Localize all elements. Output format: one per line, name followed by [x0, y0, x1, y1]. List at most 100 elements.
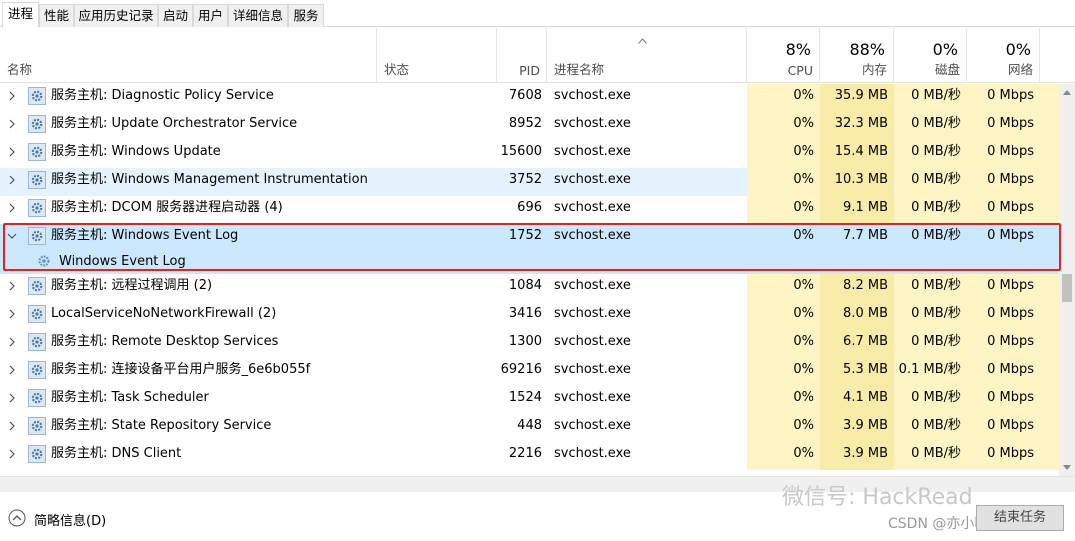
fewer-details-label: 简略信息(D): [34, 514, 107, 529]
process-name: 服务主机: Diagnostic Policy Service: [51, 88, 274, 103]
column-disk[interactable]: 0% 磁盘: [894, 28, 967, 83]
scroll-down-arrow-icon[interactable]: [1063, 465, 1071, 471]
tab-app-history[interactable]: 应用历史记录: [74, 4, 158, 27]
column-cpu-label: CPU: [787, 63, 813, 78]
scrollbar-thumb[interactable]: [1062, 274, 1072, 302]
process-name: 服务主机: Windows Management Instrumentation: [51, 172, 368, 187]
chevron-down-icon[interactable]: [6, 230, 18, 242]
row-filler: [1040, 196, 1059, 224]
column-status[interactable]: 状态: [377, 28, 497, 83]
process-row[interactable]: 服务主机: Diagnostic Policy Service 7608 svcho…: [0, 84, 1059, 112]
tab-users[interactable]: 用户: [193, 4, 228, 27]
process-row[interactable]: 服务主机: Windows Event Log 1752 svchost.exe 0%…: [0, 224, 1059, 252]
chevron-right-icon[interactable]: [6, 280, 18, 292]
process-pid: 696: [517, 200, 542, 215]
process-row[interactable]: 服务主机: Windows Management Instrumentation…: [0, 168, 1059, 196]
process-image-name: svchost.exe: [554, 116, 631, 131]
memory-value: 4.1 MB: [820, 386, 894, 414]
row-filler: [1040, 386, 1059, 414]
process-pid: 69216: [500, 362, 542, 377]
process-pid: 2216: [508, 446, 542, 461]
chevron-right-icon[interactable]: [6, 118, 18, 130]
chevron-right-icon[interactable]: [6, 146, 18, 158]
chevron-right-icon[interactable]: [6, 174, 18, 186]
process-image-name: svchost.exe: [554, 200, 631, 215]
chevron-right-icon[interactable]: [6, 308, 18, 320]
process-row[interactable]: 服务主机: Task Scheduler 1524 svchost.exe 0% 4.1…: [0, 386, 1059, 414]
disk-value: 0 MB/秒: [894, 196, 967, 224]
column-pid[interactable]: PID: [497, 28, 547, 83]
process-pid: 1524: [508, 390, 542, 405]
memory-value: 3.9 MB: [820, 442, 894, 470]
row-filler: [1040, 112, 1059, 140]
network-value: 0 Mbps: [967, 274, 1040, 302]
tab-processes[interactable]: 进程: [2, 2, 39, 28]
tab-details[interactable]: 详细信息: [228, 4, 288, 27]
service-child-row[interactable]: Windows Event Log: [0, 252, 1059, 274]
chevron-right-icon[interactable]: [6, 336, 18, 348]
service-host-icon: [28, 227, 46, 245]
process-row[interactable]: 服务主机: State Repository Service 448 svchost…: [0, 414, 1059, 442]
network-value: 0 Mbps: [967, 168, 1040, 196]
disk-value: 0 MB/秒: [894, 386, 967, 414]
tab-startup[interactable]: 启动: [158, 4, 193, 27]
process-row[interactable]: LocalServiceNoNetworkFirewall (2) 3416 svc…: [0, 302, 1059, 330]
chevron-right-icon[interactable]: [6, 90, 18, 102]
memory-total: 88%: [849, 40, 885, 59]
process-image-name: svchost.exe: [554, 144, 631, 159]
column-pid-label: PID: [519, 63, 540, 78]
network-value: 0 Mbps: [967, 112, 1040, 140]
tab-performance[interactable]: 性能: [39, 4, 74, 27]
end-task-button[interactable]: 结束任务: [976, 505, 1064, 531]
network-value: 0 Mbps: [987, 228, 1034, 243]
tab-services[interactable]: 服务: [288, 4, 324, 27]
column-cpu[interactable]: 8% CPU: [747, 28, 820, 83]
cpu-value: 0%: [747, 274, 820, 302]
chevron-right-icon[interactable]: [6, 392, 18, 404]
process-row[interactable]: 服务主机: Windows Update 15600 svchost.exe 0% 15…: [0, 140, 1059, 168]
process-name: 服务主机: 连接设备平台用户服务_6e6b055f: [51, 362, 311, 377]
process-pid: 15600: [500, 144, 542, 159]
process-pid: 3416: [508, 306, 542, 321]
process-row[interactable]: 服务主机: DCOM 服务器进程启动器 (4) 696 svchost.exe 0% 9…: [0, 196, 1059, 224]
process-pid: 1084: [508, 278, 542, 293]
service-host-icon: [28, 445, 46, 463]
process-row[interactable]: 服务主机: 远程过程调用 (2) 1084 svchost.exe 0% 8.2 MB 0…: [0, 274, 1059, 302]
chevron-right-icon[interactable]: [6, 202, 18, 214]
process-row[interactable]: 服务主机: DNS Client 2216 svchost.exe 0% 3.9 MB 0…: [0, 442, 1059, 470]
column-process-name[interactable]: 进程名称: [547, 28, 747, 83]
process-name: 服务主机: Remote Desktop Services: [51, 334, 279, 349]
process-pid: 3752: [508, 172, 542, 187]
process-row[interactable]: 服务主机: Update Orchestrator Service 8952 svc…: [0, 112, 1059, 140]
service-host-icon: [28, 361, 46, 379]
process-pid: 1300: [508, 334, 542, 349]
process-name: 服务主机: DNS Client: [51, 446, 182, 461]
cpu-value: 0%: [747, 168, 820, 196]
chevron-right-icon[interactable]: [6, 448, 18, 460]
vertical-scrollbar[interactable]: [1059, 84, 1075, 476]
process-row[interactable]: 服务主机: Remote Desktop Services 1300 svchost…: [0, 330, 1059, 358]
process-name: 服务主机: DCOM 服务器进程启动器 (4): [51, 200, 283, 215]
network-value: 0 Mbps: [967, 84, 1040, 112]
process-pid: 8952: [508, 116, 542, 131]
row-filler: [1040, 330, 1059, 358]
scroll-up-arrow-icon[interactable]: [1063, 89, 1071, 95]
column-name[interactable]: 名称: [0, 28, 377, 83]
process-row[interactable]: 服务主机: 连接设备平台用户服务_6e6b055f 69216 svchost.ex…: [0, 358, 1059, 386]
cpu-value: 0%: [747, 414, 820, 442]
cpu-total: 8%: [785, 40, 811, 59]
row-filler: [1040, 302, 1059, 330]
row-filler: [1040, 414, 1059, 442]
row-filler: [1040, 442, 1059, 470]
service-name: Windows Event Log: [59, 254, 186, 269]
network-value: 0 Mbps: [967, 302, 1040, 330]
chevron-right-icon[interactable]: [6, 364, 18, 376]
cpu-value: 0%: [747, 330, 820, 358]
service-host-icon: [28, 143, 46, 161]
column-network[interactable]: 0% 网络: [967, 28, 1040, 83]
tab-bar: 进程 性能 应用历史记录 启动 用户 详细信息 服务: [0, 0, 1075, 28]
cpu-value: 0%: [747, 302, 820, 330]
service-host-icon: [28, 277, 46, 295]
chevron-right-icon[interactable]: [6, 420, 18, 432]
column-memory[interactable]: 88% 内存: [820, 28, 894, 83]
